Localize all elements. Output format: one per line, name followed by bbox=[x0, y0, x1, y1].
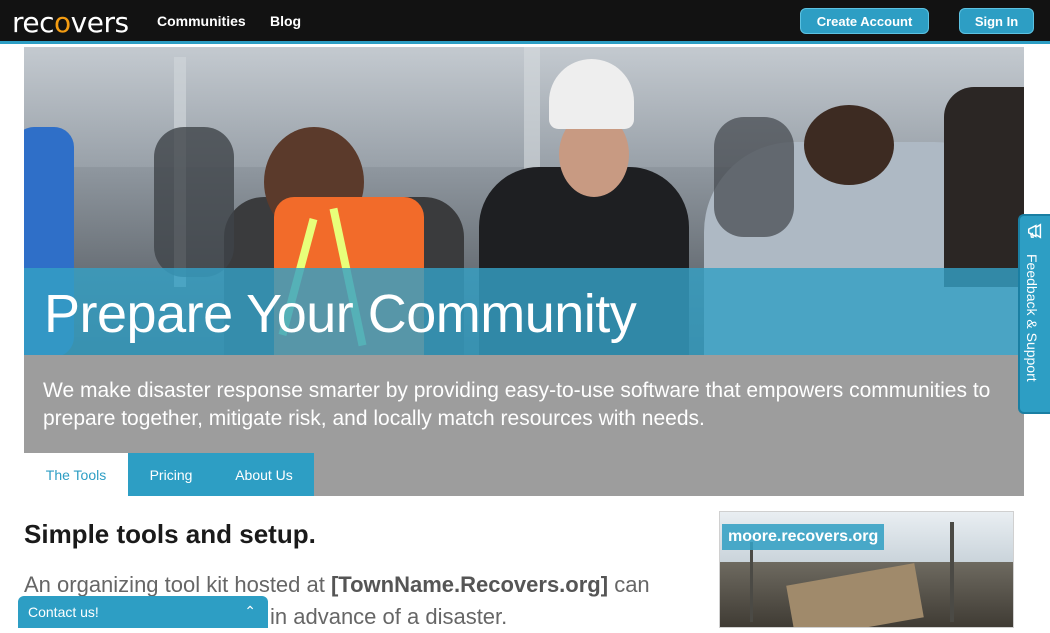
tab-pricing[interactable]: Pricing bbox=[128, 453, 214, 496]
nav-link-blog[interactable]: Blog bbox=[270, 13, 301, 29]
hero-section: Prepare Your Community We make disaster … bbox=[24, 47, 1024, 496]
logo-text-o: o bbox=[54, 6, 71, 39]
thumbnail-label: moore.recovers.org bbox=[722, 524, 885, 550]
top-nav-bar: recovers Communities Blog Create Account… bbox=[0, 0, 1050, 44]
tab-about-us[interactable]: About Us bbox=[214, 453, 314, 496]
tab-the-tools[interactable]: The Tools bbox=[24, 453, 128, 496]
logo-text-prefix: rec bbox=[12, 6, 55, 39]
feedback-support-label: Feedback & Support bbox=[1024, 254, 1040, 382]
section-text-intro: An organizing tool kit hosted at bbox=[24, 572, 331, 597]
hero-subtitle: We make disaster response smarter by pro… bbox=[43, 379, 991, 430]
create-account-button[interactable]: Create Account bbox=[800, 8, 929, 34]
hero-tabs: The Tools Pricing About Us bbox=[24, 453, 314, 496]
recovers-logo[interactable]: recovers bbox=[12, 6, 129, 39]
section-text-line1-end: can bbox=[608, 572, 650, 597]
community-thumbnail[interactable]: moore.recovers.org bbox=[719, 511, 1014, 628]
section-text-line2: in advance of a disaster. bbox=[270, 604, 508, 629]
section-title: Simple tools and setup. bbox=[24, 519, 316, 549]
nav-link-communities[interactable]: Communities bbox=[157, 13, 246, 29]
sign-in-button[interactable]: Sign In bbox=[959, 8, 1034, 34]
hero-title: Prepare Your Community bbox=[44, 284, 637, 344]
feedback-support-tab[interactable]: Feedback & Support bbox=[1018, 214, 1050, 414]
megaphone-icon bbox=[1027, 223, 1042, 239]
chevron-up-icon[interactable]: ⌃ bbox=[244, 603, 256, 620]
section-text-domain: [TownName.Recovers.org] bbox=[330, 572, 609, 597]
logo-text-suffix: vers bbox=[70, 6, 129, 39]
contact-us-label: Contact us! bbox=[28, 604, 99, 620]
contact-us-widget[interactable]: Contact us! ⌃ bbox=[18, 596, 268, 628]
